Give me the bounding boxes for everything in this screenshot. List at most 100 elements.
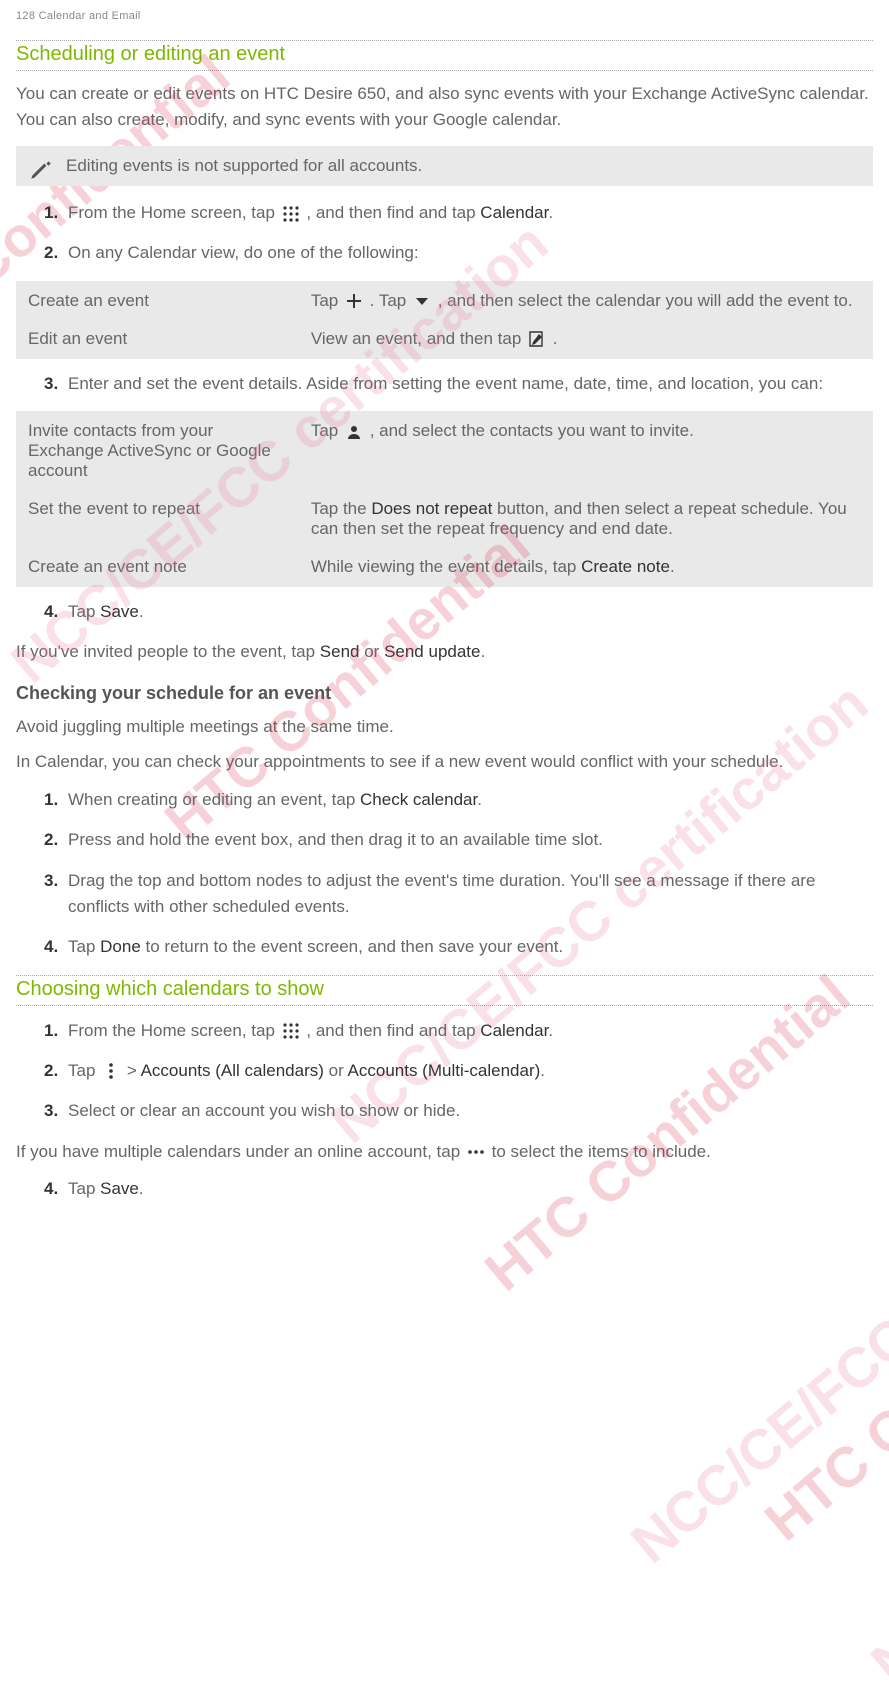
steps-list-section2b: Tap Save. [44, 1176, 873, 1202]
table-row: Invite contacts from your Exchange Activ… [18, 413, 871, 489]
section-title-scheduling: Scheduling or editing an event [16, 43, 873, 66]
s2-step-1: From the Home screen, tap , and then fin… [44, 1018, 873, 1044]
table-cell-label: Create an event [18, 283, 299, 319]
text: or [360, 642, 385, 661]
plus-icon [345, 292, 363, 310]
step-text: Enter and set the event details. Aside f… [68, 374, 823, 393]
watermark-confidential: HTC Confidential [752, 1212, 889, 1554]
step-text: . [548, 1021, 553, 1040]
watermark-confidential: HTC Confidential [472, 962, 862, 1304]
step-text: Press and hold the event box, and then d… [68, 830, 603, 849]
table-cell-value: Tap the Does not repeat button, and then… [301, 491, 871, 547]
step-text: From the Home screen, tap [68, 203, 280, 222]
step-text: , and then find and tap [306, 203, 480, 222]
step-2: On any Calendar view, do one of the foll… [44, 240, 873, 266]
table-cell-value: While viewing the event details, tap Cre… [301, 549, 871, 585]
step-3: Enter and set the event details. Aside f… [44, 371, 873, 397]
cell-text-strong: Create note [581, 557, 670, 576]
page-header: 128 Calendar and Email [16, 10, 873, 22]
step-text: When creating or editing an event, tap [68, 790, 360, 809]
step-text-strong: Accounts (Multi-calendar) [348, 1061, 541, 1080]
cell-text: . [553, 329, 558, 348]
cell-text: Tap the [311, 499, 372, 518]
step-text: or [324, 1061, 348, 1080]
table-cell-value: View an event, and then tap . [301, 321, 871, 357]
step-text: . [548, 203, 553, 222]
step-text: to return to the event screen, and then … [141, 937, 563, 956]
s2-step-3: Select or clear an account you wish to s… [44, 1098, 873, 1124]
step-text: . [540, 1061, 545, 1080]
table-row: Edit an event View an event, and then ta… [18, 321, 871, 357]
apps-grid-icon [282, 1022, 300, 1040]
step-text: . [139, 602, 144, 621]
sub-step-3: Drag the top and bottom nodes to adjust … [44, 868, 873, 921]
pencil-icon [28, 156, 54, 182]
table-row: Set the event to repeat Tap the Does not… [18, 491, 871, 547]
table-event-details: Invite contacts from your Exchange Activ… [16, 411, 873, 587]
cell-text: . [670, 557, 675, 576]
note-box: Editing events is not supported for all … [16, 146, 873, 186]
step-text: , and then find and tap [306, 1021, 480, 1040]
step-text: Tap [68, 1179, 100, 1198]
s2-step-2: Tap > Accounts (All calendars) or Accoun… [44, 1058, 873, 1084]
table-create-edit: Create an event Tap . Tap , and then sel… [16, 281, 873, 359]
step-text-strong: Check calendar [360, 790, 477, 809]
dropdown-triangle-icon [413, 292, 431, 310]
divider [16, 1005, 873, 1006]
text-strong: Send [320, 642, 360, 661]
step-text-strong: Calendar [480, 1021, 548, 1040]
steps-list: Tap Save. [44, 599, 873, 625]
step-text: Tap [68, 937, 100, 956]
text: If you have multiple calendars under an … [16, 1142, 465, 1161]
step-text-strong: Accounts (All calendars) [141, 1061, 324, 1080]
sub-step-4: Tap Done to return to the event screen, … [44, 934, 873, 960]
sub-step-1: When creating or editing an event, tap C… [44, 787, 873, 813]
cell-text: , and select the contacts you want to in… [370, 421, 694, 440]
divider [16, 70, 873, 71]
sub-steps-list: When creating or editing an event, tap C… [44, 787, 873, 961]
step-text-strong: Save [100, 602, 139, 621]
more-horizontal-icon [467, 1143, 485, 1161]
step-text: From the Home screen, tap [68, 1021, 280, 1040]
apps-grid-icon [282, 205, 300, 223]
table-row: Create an event Tap . Tap , and then sel… [18, 283, 871, 319]
edit-icon [528, 330, 546, 348]
steps-list: From the Home screen, tap , and then fin… [44, 200, 873, 267]
table-cell-label: Invite contacts from your Exchange Activ… [18, 413, 299, 489]
table-cell-label: Set the event to repeat [18, 491, 299, 547]
step-4: Tap Save. [44, 599, 873, 625]
step-text-strong: Done [100, 937, 141, 956]
subheading-checking-schedule: Checking your schedule for an event [16, 683, 873, 704]
step-text: Tap [68, 1061, 100, 1080]
table-cell-label: Edit an event [18, 321, 299, 357]
table-row: Create an event note While viewing the e… [18, 549, 871, 585]
divider [16, 975, 873, 976]
table-cell-label: Create an event note [18, 549, 299, 585]
note-text: Editing events is not supported for all … [66, 156, 422, 175]
sub-step-2: Press and hold the event box, and then d… [44, 827, 873, 853]
step-text-strong: Save [100, 1179, 139, 1198]
more-vertical-icon [102, 1062, 120, 1080]
text: . [480, 642, 485, 661]
cell-text-strong: Does not repeat [371, 499, 492, 518]
step-text: On any Calendar view, do one of the foll… [68, 243, 419, 262]
section-title-choosing: Choosing which calendars to show [16, 978, 873, 1001]
step-text: Select or clear an account you wish to s… [68, 1101, 460, 1120]
s2-step-4: Tap Save. [44, 1176, 873, 1202]
after-text-section2: If you have multiple calendars under an … [16, 1139, 873, 1165]
step-text: . [139, 1179, 144, 1198]
step-text: > [127, 1061, 141, 1080]
text-strong: Send update [384, 642, 480, 661]
table-cell-value: Tap , and select the contacts you want t… [301, 413, 871, 489]
divider [16, 40, 873, 41]
step-text: Drag the top and bottom nodes to adjust … [68, 871, 815, 916]
step-text-strong: Calendar [480, 203, 548, 222]
step-1: From the Home screen, tap , and then fin… [44, 200, 873, 226]
cell-text: . Tap [370, 291, 411, 310]
step-text: Tap [68, 602, 100, 621]
cell-text: View an event, and then tap [311, 329, 526, 348]
after-steps-text: If you've invited people to the event, t… [16, 639, 873, 665]
sub-para: In Calendar, you can check your appointm… [16, 749, 873, 775]
intro-paragraph: You can create or edit events on HTC Des… [16, 81, 873, 132]
watermark-cert: NCC/CE/FCC certification [858, 1210, 889, 1695]
